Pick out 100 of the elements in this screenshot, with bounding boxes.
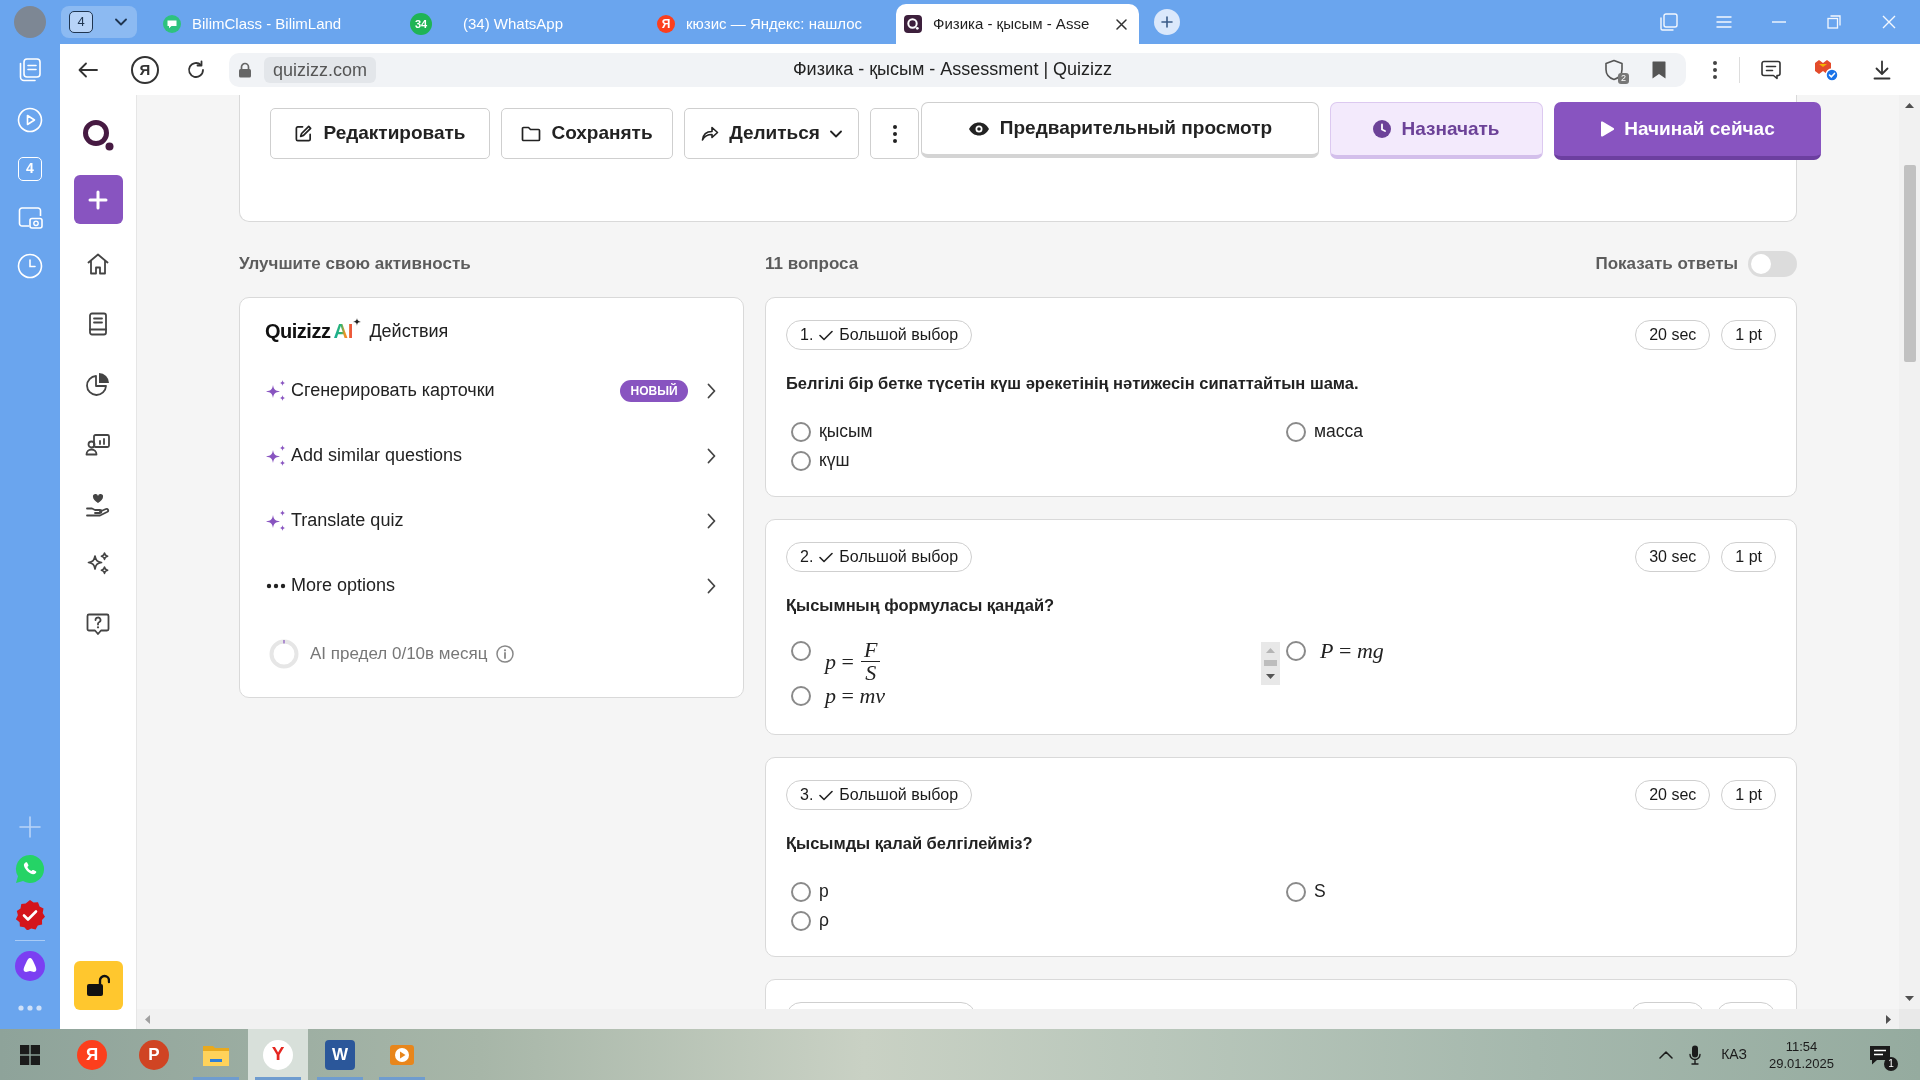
notification-icon[interactable]	[1868, 1043, 1892, 1066]
radio-button[interactable]	[791, 421, 811, 442]
option-text: күш	[819, 449, 850, 473]
microphone-icon[interactable]	[1689, 1044, 1702, 1065]
more-icon[interactable]	[1713, 60, 1717, 79]
history-icon[interactable]	[17, 253, 43, 279]
assign-button[interactable]: Назначать	[1330, 102, 1543, 159]
scroll-left-icon[interactable]	[145, 1014, 150, 1024]
panel-title: Действия	[369, 319, 449, 343]
tab-counter-button[interactable]: 4	[61, 6, 137, 38]
chevron-right-icon[interactable]	[707, 512, 716, 529]
restore-icon[interactable]	[1826, 15, 1841, 29]
address-bar[interactable]: quizizz.com Физика - қысым - Assessment | Quizizz 2	[229, 52, 1686, 87]
extension-icon[interactable]	[1813, 57, 1839, 82]
scroll-up-icon[interactable]	[1905, 103, 1914, 108]
radio-button[interactable]	[1286, 881, 1306, 902]
math-formula: p = mv	[825, 684, 886, 708]
check-badge-icon[interactable]	[15, 900, 45, 930]
browser-tab[interactable]: Я кюзис — Яндекс: нашлос	[649, 4, 892, 44]
folder-icon	[521, 125, 542, 142]
bookmark-icon[interactable]	[1651, 59, 1667, 80]
clock-time[interactable]: 11:54	[1768, 1037, 1834, 1055]
clock-date[interactable]: 29.01.2025	[1768, 1054, 1834, 1072]
create-button[interactable]	[73, 175, 123, 224]
home-button[interactable]: Я	[131, 55, 159, 84]
media-player-icon[interactable]	[389, 1042, 415, 1067]
back-icon[interactable]	[78, 61, 98, 78]
question-bubble-icon[interactable]	[85, 611, 111, 637]
app-logo[interactable]: W	[325, 1039, 355, 1070]
vertical-scrollbar[interactable]	[1899, 95, 1920, 1009]
shield-icon[interactable]	[1604, 58, 1624, 81]
chat-notes-icon[interactable]	[1758, 58, 1782, 81]
heart-hand-icon[interactable]	[85, 491, 111, 517]
pie-chart-icon[interactable]	[85, 371, 111, 397]
action-link[interactable]: More options	[291, 572, 396, 599]
radio-button[interactable]	[1286, 421, 1306, 442]
home-icon[interactable]	[85, 251, 111, 277]
share-button[interactable]: Делиться	[684, 108, 859, 159]
option-text: S	[1314, 880, 1326, 904]
option-text: масса	[1314, 420, 1363, 444]
app-logo[interactable]: Я	[77, 1039, 107, 1070]
menu-icon[interactable]	[1715, 16, 1732, 28]
action-link[interactable]: Translate quiz	[291, 507, 404, 534]
more-icon	[265, 582, 287, 589]
reload-icon[interactable]	[186, 59, 206, 80]
action-link[interactable]: Сгенерировать карточки	[291, 377, 495, 404]
start-button[interactable]: Начинай сейчас	[1554, 102, 1821, 160]
chat-phone-icon[interactable]	[15, 854, 45, 884]
clock-icon	[1373, 120, 1392, 138]
play-icon[interactable]	[17, 107, 43, 133]
blocked-count-badge: 2	[1618, 72, 1629, 84]
info-icon[interactable]	[496, 645, 515, 663]
show-answers-label: Показать ответы	[1595, 253, 1738, 275]
letter-logo: Я	[657, 15, 675, 33]
language-indicator[interactable]: КАЗ	[1721, 1044, 1747, 1065]
horizontal-scrollbar[interactable]	[137, 1009, 1899, 1029]
check-icon	[819, 789, 834, 801]
chevron-right-icon[interactable]	[707, 382, 716, 399]
chevron-up-icon[interactable]	[1659, 1050, 1674, 1059]
question-type: Большой выбор	[839, 547, 959, 567]
screenshot-icon[interactable]	[17, 205, 43, 229]
radio-button[interactable]	[791, 450, 811, 471]
tabs-panel-icon[interactable]	[1659, 13, 1678, 31]
save-button[interactable]: Сохранять	[501, 108, 673, 159]
app-logo[interactable]: Y	[263, 1039, 293, 1070]
close-icon[interactable]	[1116, 18, 1127, 30]
question-text: Белгілі бір бетке түсетін күш әрекетінің нәтижесін сипаттайтын шама.	[786, 373, 1360, 394]
sparkle-icon	[353, 318, 362, 326]
new-tab-button[interactable]	[1154, 9, 1180, 35]
assistant-icon[interactable]	[15, 951, 45, 981]
radio-button[interactable]	[791, 881, 811, 902]
edit-button[interactable]: Редактировать	[270, 108, 490, 159]
sparkles-icon[interactable]	[85, 551, 111, 577]
windows-logo-icon[interactable]	[20, 1044, 40, 1065]
domain-chip: quizizz.com	[264, 56, 377, 83]
radio-button[interactable]	[791, 641, 811, 661]
scroll-down-icon[interactable]	[1905, 996, 1914, 1001]
scroll-arrows-icon[interactable]	[1261, 642, 1280, 685]
page-title: Физика - қысым - Assessment | Quizizz	[792, 58, 1113, 81]
chevron-right-icon[interactable]	[707, 577, 716, 594]
chevron-right-icon[interactable]	[707, 447, 716, 464]
scroll-right-icon[interactable]	[1886, 1014, 1891, 1024]
collections-icon[interactable]	[17, 57, 43, 83]
scrollbar-corner	[1899, 1009, 1920, 1029]
browser-tab[interactable]: Физика - қысым - Asse	[896, 4, 1139, 44]
show-answers-toggle[interactable]	[1748, 251, 1797, 277]
radio-button[interactable]	[791, 686, 811, 706]
check-icon	[819, 329, 834, 341]
unread-count-badge: 34	[410, 13, 432, 35]
radio-button[interactable]	[1286, 641, 1306, 661]
ring-logo-icon[interactable]	[82, 119, 114, 151]
preview-button[interactable]: Предварительный просмотр	[921, 102, 1319, 158]
scrollbar-thumb[interactable]	[1903, 165, 1916, 362]
app-logo[interactable]: P	[139, 1039, 169, 1070]
radio-button[interactable]	[791, 910, 811, 931]
question-type: Большой выбор	[839, 325, 959, 345]
unlock-button[interactable]	[73, 961, 123, 1010]
download-icon[interactable]	[1873, 59, 1891, 80]
action-link[interactable]: Add similar questions	[291, 442, 463, 469]
presentation-icon[interactable]	[85, 431, 111, 457]
